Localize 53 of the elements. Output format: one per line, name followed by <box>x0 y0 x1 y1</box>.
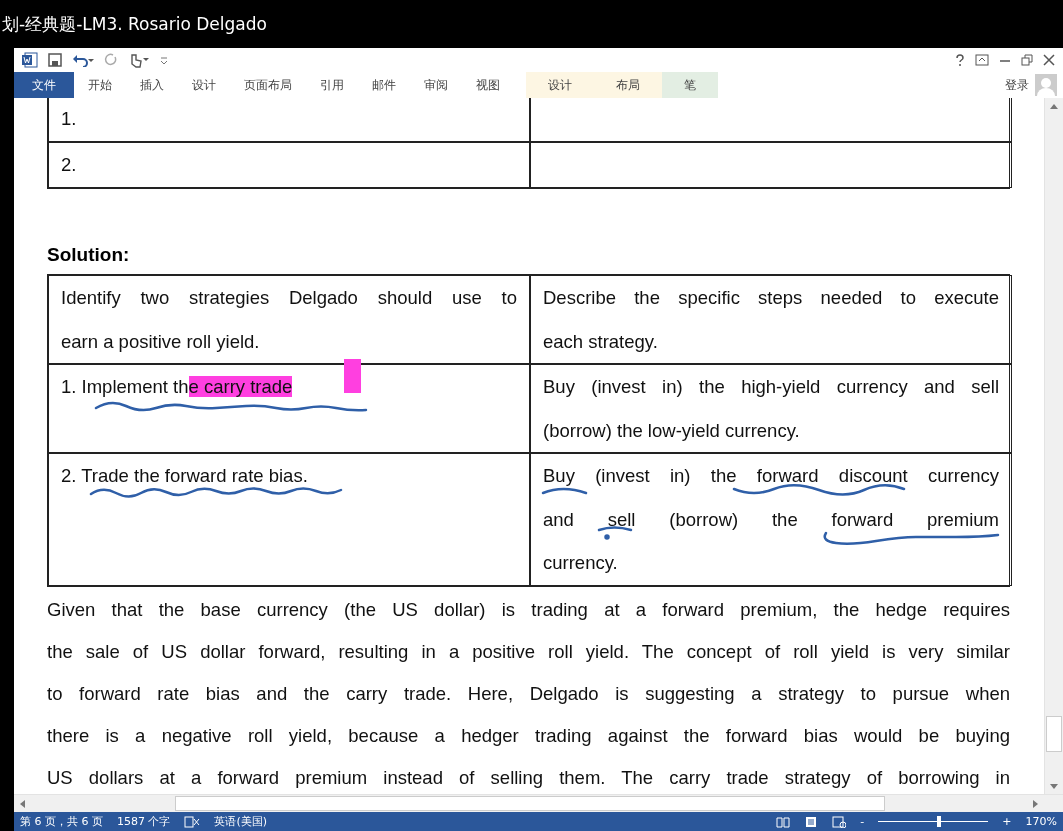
ribbon-display-icon[interactable] <box>975 54 989 66</box>
paragraph-line: the sale of US dollar forward, resulting in a positive roll yield. The concept of roll yield is very similar <box>47 640 1010 664</box>
zoom-out-button[interactable]: - <box>860 815 865 828</box>
sign-in-link[interactable]: 登录 <box>1005 76 1029 94</box>
table-cell: Buy (invest in) the high-yield currency and sell (borrow) the low-yield currency. <box>530 364 1012 453</box>
scrollbar-thumb[interactable] <box>1046 716 1062 752</box>
zoom-in-button[interactable]: + <box>1002 815 1012 828</box>
paragraph-line: there is a negative roll yield, because a hedger trading against the forward bias would be buying <box>47 724 1010 748</box>
ribbon-tab[interactable]: 设计 <box>178 72 230 98</box>
ribbon-tab[interactable]: 页面布局 <box>230 72 306 98</box>
ribbon-tab[interactable]: 视图 <box>462 72 514 98</box>
restore-icon[interactable] <box>1021 54 1033 66</box>
zoom-level[interactable]: 170% <box>1025 815 1057 828</box>
table-cell: Buy (invest in) the forward discount currency and sell (borrow) the forward premium currency. <box>530 453 1012 586</box>
table-cell: 2. <box>48 142 530 188</box>
window-title: 划-经典题-LM3. Rosario Delgado <box>2 12 267 36</box>
help-icon[interactable] <box>955 54 965 66</box>
undo-icon[interactable] <box>72 53 94 67</box>
table-cell: Describe the specific steps needed to execute each strategy. <box>530 275 1012 364</box>
solution-heading: Solution: <box>47 243 131 267</box>
ribbon-tab[interactable]: 文件 <box>14 72 74 98</box>
ribbon-tab[interactable]: 插入 <box>126 72 178 98</box>
zoom-slider-thumb[interactable] <box>936 816 941 827</box>
ribbon-tab[interactable]: 布局 <box>594 72 662 98</box>
touch-mode-icon[interactable] <box>128 52 150 68</box>
paragraph-line: Given that the base currency (the US dollar) is trading at a forward premium, the hedge requires <box>47 598 1010 622</box>
web-layout-icon[interactable] <box>832 815 847 828</box>
ribbon-tab[interactable]: 笔 <box>662 72 718 98</box>
scroll-left-icon[interactable] <box>19 799 25 808</box>
paragraph-line: to forward rate bias and the carry trade. Here, Delgado is suggesting a strategy to pursue when <box>47 682 1010 706</box>
scroll-up-icon[interactable] <box>1050 103 1058 109</box>
language-indicator[interactable]: 英语(美国) <box>214 814 268 829</box>
ribbon-tab[interactable]: 设计 <box>526 72 594 98</box>
word-count[interactable]: 1587 个字 <box>117 814 171 829</box>
ribbon-tab[interactable]: 开始 <box>74 72 126 98</box>
paragraph-line: US dollars at a forward premium instead of selling them. The carry trade strategy of borrowing in <box>47 766 1010 790</box>
customize-toolbar-icon[interactable] <box>160 55 168 65</box>
table-cell: 2. Trade the forward rate bias. <box>48 453 530 586</box>
word-logo-icon[interactable] <box>22 52 38 68</box>
print-layout-icon[interactable] <box>804 815 819 828</box>
read-mode-icon[interactable] <box>776 815 791 828</box>
ribbon-tab[interactable]: 审阅 <box>410 72 462 98</box>
scrollbar-thumb[interactable] <box>175 796 885 811</box>
scroll-right-icon[interactable] <box>1032 799 1038 808</box>
close-icon[interactable] <box>1043 54 1055 66</box>
table-cell: Identify two strategies Delgado should use to earn a positive roll yield. <box>48 275 530 364</box>
table-cell: 1. <box>48 98 530 142</box>
proofing-icon[interactable] <box>184 815 201 828</box>
page-count[interactable]: 第 6 页，共 6 页 <box>20 814 103 829</box>
ribbon-tab[interactable]: 邮件 <box>358 72 410 98</box>
scroll-down-icon[interactable] <box>1050 783 1058 789</box>
ribbon-tab[interactable]: 引用 <box>306 72 358 98</box>
save-icon[interactable] <box>48 53 62 67</box>
